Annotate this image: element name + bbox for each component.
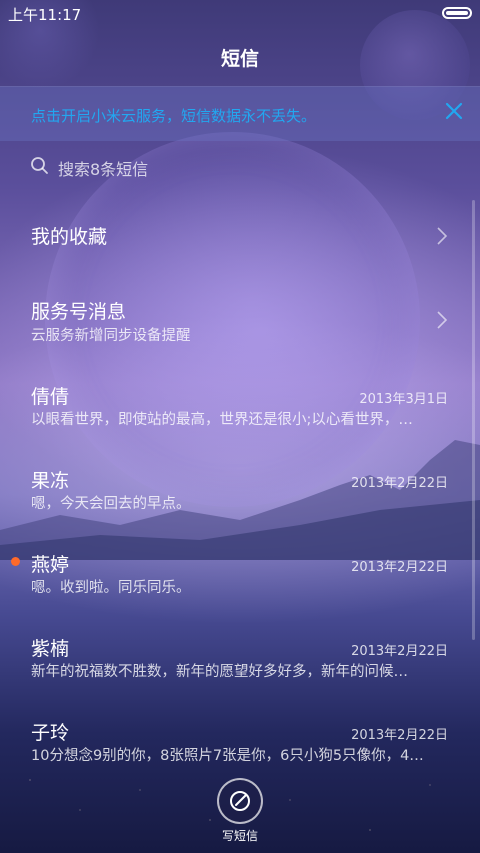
message-preview: 10分想念9别的你，8张照片7张是你，6只小狗5只像你，4…	[31, 748, 424, 764]
message-date: 2013年2月22日	[351, 476, 448, 491]
search-input[interactable]: 搜索8条短信	[28, 152, 448, 182]
battery-full-icon	[442, 7, 472, 19]
message-preview: 嗯，今天会回去的早点。	[31, 496, 191, 512]
close-icon[interactable]	[442, 99, 466, 123]
message-preview: 嗯。收到啦。同乐同乐。	[31, 580, 191, 596]
compose-label: 写短信	[221, 829, 258, 843]
chevron-right-icon	[437, 311, 448, 329]
status-time: 上午11:17	[8, 6, 82, 24]
message-preview: 以眼看世界，即使站的最高，世界还是很小;以心看世界，…	[31, 412, 413, 428]
search-placeholder: 搜索8条短信	[58, 160, 149, 179]
service-messages-row[interactable]: 服务号消息 云服务新增同步设备提醒	[0, 278, 470, 362]
chevron-right-icon	[437, 227, 448, 245]
search-icon	[31, 157, 48, 174]
message-preview: 新年的祝福数不胜数，新年的愿望好多好多，新年的问候…	[31, 664, 408, 680]
contact-name: 果冻	[31, 470, 70, 492]
contact-name: 倩倩	[31, 386, 70, 408]
service-label: 服务号消息	[31, 301, 127, 323]
conversation-row[interactable]: 果冻 2013年2月22日 嗯，今天会回去的早点。	[0, 448, 470, 532]
compose-icon	[230, 791, 250, 811]
banner-text[interactable]: 点击开启小米云服务，短信数据永不丢失。	[31, 105, 316, 126]
contact-name: 子玲	[31, 722, 70, 744]
status-bar: 上午11:17	[0, 0, 480, 28]
favorites-row[interactable]: 我的收藏	[0, 196, 470, 276]
conversation-row[interactable]: 紫楠 2013年2月22日 新年的祝福数不胜数，新年的愿望好多好多，新年的问候…	[0, 616, 470, 700]
conversation-row[interactable]: 倩倩 2013年3月1日 以眼看世界，即使站的最高，世界还是很小;以心看世界，…	[0, 364, 470, 448]
conversation-row[interactable]: 子玲 2013年2月22日 10分想念9别的你，8张照片7张是你，6只小狗5只像…	[0, 700, 470, 784]
unread-indicator	[11, 557, 20, 566]
page-title: 短信	[220, 48, 259, 70]
conversation-row[interactable]: 燕婷 2013年2月22日 嗯。收到啦。同乐同乐。	[0, 532, 470, 616]
scrollbar[interactable]	[472, 200, 475, 640]
cloud-service-banner[interactable]: 点击开启小米云服务，短信数据永不丢失。	[0, 86, 480, 141]
service-subtitle: 云服务新增同步设备提醒	[31, 328, 191, 344]
favorites-label: 我的收藏	[31, 226, 108, 248]
contact-name: 燕婷	[31, 554, 70, 576]
contact-name: 紫楠	[31, 638, 70, 660]
message-date: 2013年2月22日	[351, 560, 448, 575]
message-date: 2013年2月22日	[351, 728, 448, 743]
message-date: 2013年3月1日	[359, 392, 448, 407]
title-bar: 短信	[0, 28, 480, 86]
compose-button[interactable]	[217, 778, 263, 824]
message-date: 2013年2月22日	[351, 644, 448, 659]
